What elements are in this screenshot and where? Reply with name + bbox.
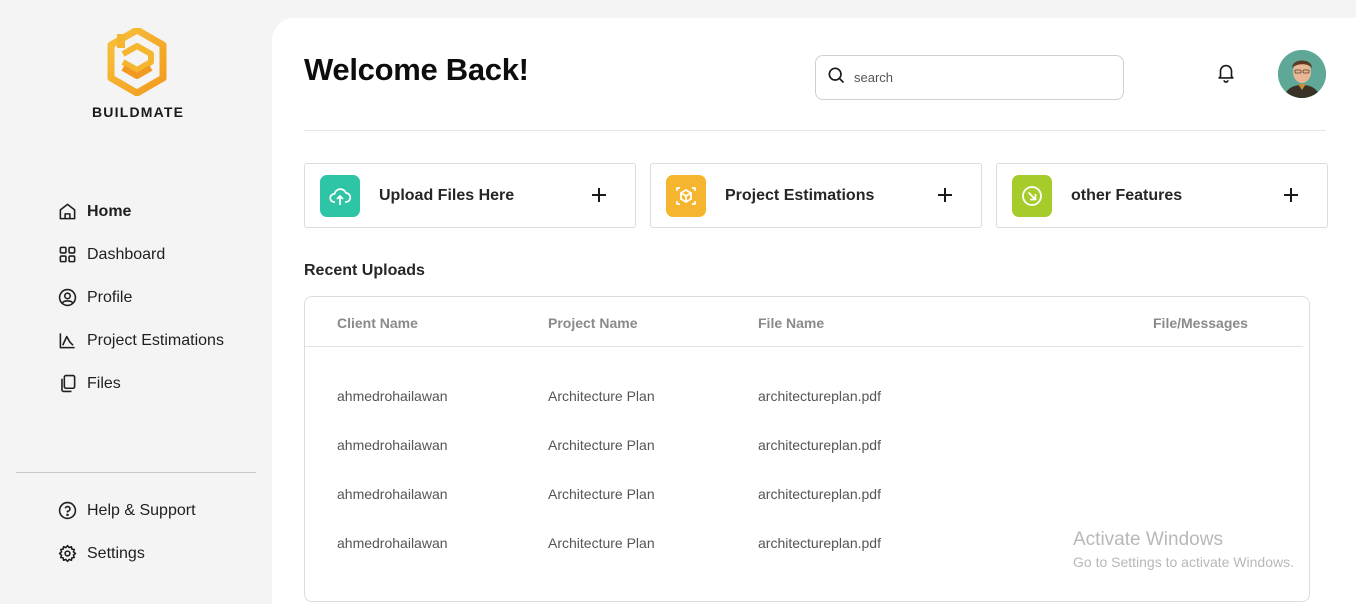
other-features-card[interactable]: other Features [996, 163, 1328, 228]
project-name-cell: Architecture Plan [548, 535, 655, 551]
sidebar-item-label: Dashboard [87, 245, 166, 263]
sidebar-item-files[interactable]: Files [57, 362, 224, 405]
bell-icon[interactable] [1215, 61, 1237, 83]
client-name-cell: ahmedrohailawan [337, 486, 448, 502]
watermark-title: Activate Windows [1073, 529, 1223, 550]
column-header: File/Messages [1153, 315, 1248, 331]
gear-icon [57, 544, 77, 564]
search-box[interactable] [815, 55, 1124, 100]
brand-name: BUILDMATE [92, 104, 185, 120]
card-label: Upload Files Here [379, 186, 515, 204]
table-header: Client Name Project Name File Name File/… [305, 297, 1303, 347]
file-name-cell[interactable]: architectureplan.pdf [758, 486, 881, 502]
table-row[interactable]: ahmedrohailawan Architecture Plan archit… [305, 486, 1309, 506]
sidebar-nav: Home Dashboard Profile Project Estimatio… [57, 190, 224, 405]
project-name-cell: Architecture Plan [548, 437, 655, 453]
column-header: Project Name [548, 315, 638, 331]
card-label: Project Estimations [725, 186, 875, 204]
sidebar-item-label: Project Estimations [87, 331, 224, 349]
sidebar: BUILDMATE Home Dashboard Profile Project… [0, 0, 272, 604]
activate-windows-watermark: Activate Windows Go to Settings to activ… [1073, 529, 1294, 570]
sidebar-item-help-support[interactable]: Help & Support [57, 489, 196, 532]
sidebar-bottom-nav: Help & Support Settings [57, 489, 196, 575]
sidebar-item-dashboard[interactable]: Dashboard [57, 233, 224, 276]
project-name-cell: Architecture Plan [548, 388, 655, 404]
project-estimations-card[interactable]: Project Estimations [650, 163, 982, 228]
help-circle-icon [57, 501, 77, 521]
home-icon [57, 202, 77, 222]
file-name-cell[interactable]: architectureplan.pdf [758, 535, 881, 551]
card-label: other Features [1071, 186, 1183, 204]
sidebar-divider [16, 472, 256, 473]
recent-uploads-title: Recent Uploads [304, 262, 425, 279]
sidebar-item-label: Help & Support [87, 501, 196, 519]
sidebar-item-label: Files [87, 374, 121, 392]
sidebar-item-label: Home [87, 202, 132, 220]
sidebar-item-profile[interactable]: Profile [57, 276, 224, 319]
dashboard-grid-icon [57, 245, 77, 265]
cloud-upload-icon [320, 174, 360, 217]
file-name-cell[interactable]: architectureplan.pdf [758, 437, 881, 453]
user-circle-icon [57, 288, 77, 308]
column-header: Client Name [337, 315, 418, 331]
sidebar-item-label: Settings [87, 544, 145, 562]
sidebar-item-label: Profile [87, 288, 133, 306]
column-header: File Name [758, 315, 825, 331]
cube-scan-icon [666, 174, 706, 217]
main-panel: Welcome Back! Upload Files Here [272, 18, 1356, 604]
sidebar-item-project-estimations[interactable]: Project Estimations [57, 319, 224, 362]
plus-icon[interactable] [935, 185, 955, 205]
client-name-cell: ahmedrohailawan [337, 535, 448, 551]
table-row[interactable]: ahmedrohailawan Architecture Plan archit… [305, 388, 1309, 408]
sidebar-item-settings[interactable]: Settings [57, 532, 196, 575]
file-name-cell[interactable]: architectureplan.pdf [758, 388, 881, 404]
table-row[interactable]: ahmedrohailawan Architecture Plan archit… [305, 437, 1309, 457]
plus-icon[interactable] [1281, 185, 1301, 205]
files-icon [57, 374, 77, 394]
arrow-down-right-circle-icon [1012, 174, 1052, 217]
header-divider [304, 130, 1326, 131]
feature-cards: Upload Files Here Project Estimations ot… [304, 163, 1328, 228]
watermark-subtitle: Go to Settings to activate Windows. [1073, 554, 1294, 570]
upload-files-card[interactable]: Upload Files Here [304, 163, 636, 228]
search-icon [826, 65, 846, 90]
avatar[interactable] [1278, 50, 1326, 98]
chart-icon [57, 331, 77, 351]
sidebar-item-home[interactable]: Home [57, 190, 224, 233]
client-name-cell: ahmedrohailawan [337, 437, 448, 453]
client-name-cell: ahmedrohailawan [337, 388, 448, 404]
project-name-cell: Architecture Plan [548, 486, 655, 502]
brand-logo[interactable]: BUILDMATE [92, 28, 185, 120]
page-title: Welcome Back! [304, 52, 529, 87]
buildmate-logo-icon [107, 28, 167, 96]
plus-icon[interactable] [589, 185, 609, 205]
search-input[interactable] [854, 70, 1094, 85]
